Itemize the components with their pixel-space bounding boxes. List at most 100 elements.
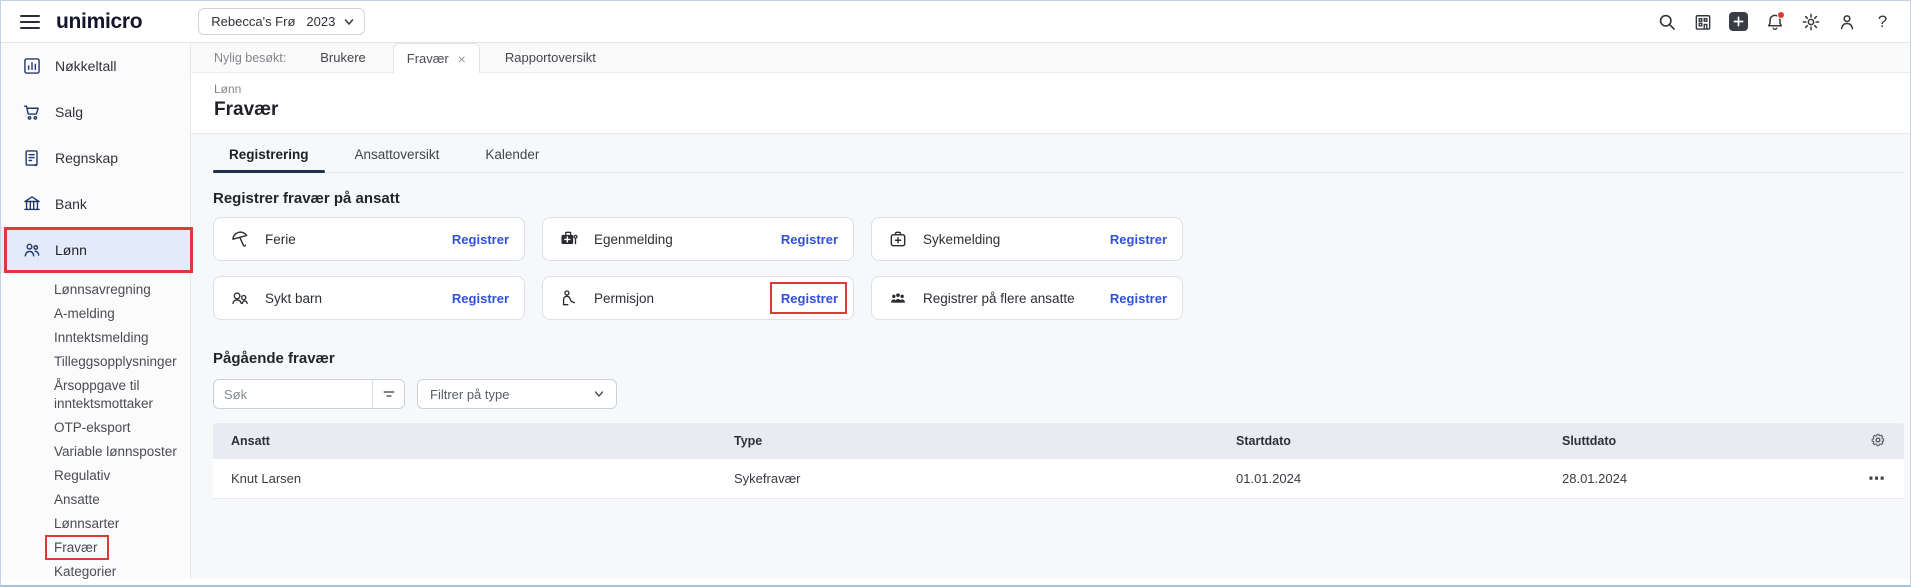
register-permisjon-link[interactable]: Registrer <box>781 291 838 306</box>
card-permisjon: Permisjon Registrer <box>542 276 854 320</box>
chevron-down-icon <box>344 17 354 27</box>
sidebar-subitem-variable-lonnsposter[interactable]: Variable lønnsposter <box>1 440 190 464</box>
column-type: Type <box>734 434 1236 448</box>
sidebar-subitem-fravaer[interactable]: Fravær <box>1 536 190 560</box>
help-icon[interactable]: ? <box>1872 11 1893 32</box>
sidebar-item-label: Salg <box>55 104 83 120</box>
search-icon[interactable] <box>1656 11 1677 32</box>
card-label: Permisjon <box>594 291 654 306</box>
sidebar-item-label: Regnskap <box>55 150 118 166</box>
card-egenmelding: Egenmelding Registrer <box>542 217 854 261</box>
card-ferie: Ferie Registrer <box>213 217 525 261</box>
umbrella-icon <box>229 229 250 250</box>
sidebar: Nøkkeltall Salg Regnskap Bank Lønn <box>1 43 191 579</box>
register-egenmelding-link[interactable]: Registrer <box>781 232 838 247</box>
sidebar-item-nokkeltall[interactable]: Nøkkeltall <box>1 43 190 89</box>
sidebar-item-label: Nøkkeltall <box>55 58 116 74</box>
bank-icon <box>21 194 42 215</box>
tab-ansattoversikt[interactable]: Ansattoversikt <box>339 147 456 172</box>
breadcrumb: Lønn <box>214 82 1910 96</box>
recent-tab-fravaer[interactable]: Fravær × <box>393 43 480 73</box>
cell-sluttdato: 28.01.2024 <box>1562 471 1817 486</box>
table-header: Ansatt Type Startdato Sluttdato <box>213 423 1904 459</box>
building-icon[interactable] <box>1692 11 1713 32</box>
sidebar-item-lonn[interactable]: Lønn <box>1 227 190 273</box>
register-sykt-barn-link[interactable]: Registrer <box>452 291 509 306</box>
table-row[interactable]: Knut Larsen Sykefravær 01.01.2024 28.01.… <box>213 459 1904 499</box>
company-selector[interactable]: Rebecca's Frø 2023 <box>198 8 365 35</box>
column-sluttdato: Sluttdato <box>1562 434 1817 448</box>
company-year: 2023 <box>306 14 335 29</box>
sidebar-subitem-lonnsavregning[interactable]: Lønnsavregning <box>1 278 190 302</box>
recently-visited-label: Nylig besøkt: <box>214 43 286 72</box>
tab-kalender[interactable]: Kalender <box>469 147 555 172</box>
card-label: Sykemelding <box>923 232 1000 247</box>
card-label: Sykt barn <box>265 291 322 306</box>
absence-table: Ansatt Type Startdato Sluttdato Knut Lar… <box>213 423 1904 499</box>
family-icon <box>229 288 250 309</box>
settings-gear-icon[interactable] <box>1800 11 1821 32</box>
cell-type: Sykefravær <box>734 471 1236 486</box>
recent-item-brukere[interactable]: Brukere <box>320 43 366 72</box>
person-leave-icon <box>558 288 579 309</box>
sidebar-subitem-inntektsmelding[interactable]: Inntektsmelding <box>1 326 190 350</box>
recent-item-rapportoversikt[interactable]: Rapportoversikt <box>505 43 596 72</box>
cell-startdato: 01.01.2024 <box>1236 471 1562 486</box>
app-logo: unimicro <box>56 10 142 34</box>
chart-icon <box>21 56 42 77</box>
sidebar-subnav: Lønnsavregning A-melding Inntektsmelding… <box>1 278 190 584</box>
sidebar-subitem-lonnsarter[interactable]: Lønnsarter <box>1 512 190 536</box>
sidebar-item-regnskap[interactable]: Regnskap <box>1 135 190 181</box>
page-header: Lønn Fravær <box>191 73 1910 134</box>
type-filter-dropdown[interactable]: Filtrer på type <box>417 379 617 409</box>
column-startdato: Startdato <box>1236 434 1562 448</box>
sidebar-subitem-arsoppgave[interactable]: Årsoppgave til inntektsmottaker <box>1 374 190 416</box>
register-ferie-link[interactable]: Registrer <box>452 232 509 247</box>
topbar-icons: ? <box>1656 11 1910 32</box>
chevron-down-icon <box>594 389 604 399</box>
bag-plus-icon <box>887 229 908 250</box>
app-window: unimicro Rebecca's Frø 2023 <box>0 0 1911 587</box>
people-group-icon <box>887 288 908 309</box>
search-input[interactable] <box>214 380 372 408</box>
cart-icon <box>21 102 42 123</box>
filter-lines-icon[interactable] <box>372 380 404 408</box>
register-cards: Ferie Registrer Egenmelding Registrer Sy… <box>213 217 1904 320</box>
card-label: Registrer på flere ansatte <box>923 291 1075 306</box>
column-ansatt: Ansatt <box>231 434 734 448</box>
card-flere-ansatte: Registrer på flere ansatte Registrer <box>871 276 1183 320</box>
recently-visited-bar: Nylig besøkt: Brukere Fravær × Rapportov… <box>191 43 1910 73</box>
card-label: Egenmelding <box>594 232 673 247</box>
company-name: Rebecca's Frø <box>211 14 295 29</box>
search-group <box>213 379 405 409</box>
register-sykemelding-link[interactable]: Registrer <box>1110 232 1167 247</box>
register-section-heading: Registrer fravær på ansatt <box>213 190 1904 207</box>
notification-badge <box>1777 11 1785 19</box>
people-icon <box>21 240 42 261</box>
row-menu-icon[interactable]: ⋯ <box>1817 474 1886 484</box>
sidebar-subitem-regulativ[interactable]: Regulativ <box>1 464 190 488</box>
card-label: Ferie <box>265 232 296 247</box>
sidebar-subitem-a-melding[interactable]: A-melding <box>1 302 190 326</box>
sidebar-subitem-tilleggsopplysninger[interactable]: Tilleggsopplysninger <box>1 350 190 374</box>
sidebar-subitem-kategorier[interactable]: Kategorier <box>1 560 190 584</box>
sidebar-subitem-ansatte[interactable]: Ansatte <box>1 488 190 512</box>
register-flere-ansatte-link[interactable]: Registrer <box>1110 291 1167 306</box>
sidebar-item-label: Bank <box>55 196 87 212</box>
close-icon[interactable]: × <box>458 51 466 67</box>
hamburger-menu-icon[interactable] <box>20 15 40 29</box>
sidebar-item-bank[interactable]: Bank <box>1 181 190 227</box>
recent-tab-label: Fravær <box>407 51 449 66</box>
ledger-icon <box>21 148 42 169</box>
cell-ansatt: Knut Larsen <box>231 471 734 486</box>
add-icon[interactable] <box>1728 11 1749 32</box>
table-settings-gear-icon[interactable] <box>1870 432 1886 448</box>
tab-registrering[interactable]: Registrering <box>213 147 325 172</box>
filter-row: Filtrer på type <box>213 379 1904 409</box>
tab-bar: Registrering Ansattoversikt Kalender <box>213 134 1904 173</box>
notifications-bell-icon[interactable] <box>1764 11 1785 32</box>
ongoing-section-heading: Pågående fravær <box>213 350 1904 367</box>
profile-icon[interactable] <box>1836 11 1857 32</box>
sidebar-subitem-otp-eksport[interactable]: OTP-eksport <box>1 416 190 440</box>
sidebar-item-salg[interactable]: Salg <box>1 89 190 135</box>
